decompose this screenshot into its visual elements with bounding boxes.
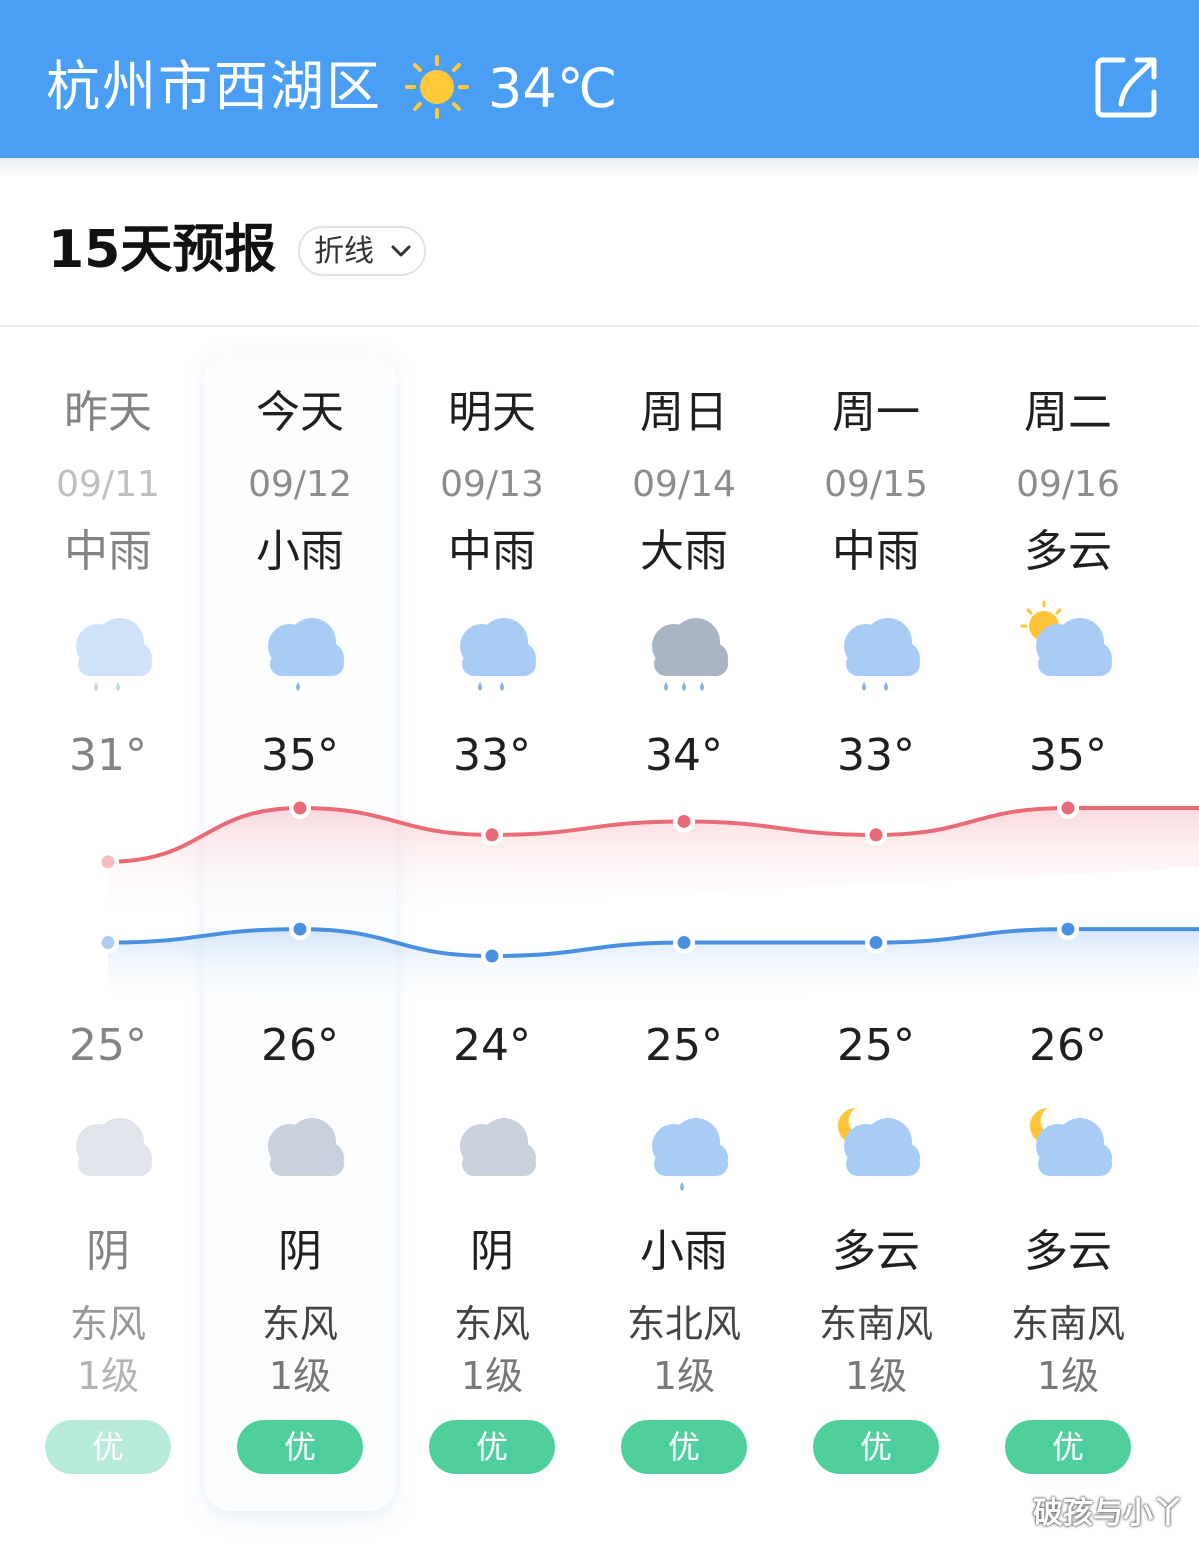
night-weather: 多云 [832,1226,920,1277]
partly-cloudy-day-icon [1018,598,1118,698]
wind-level: 1级 [460,1354,524,1398]
moderate-rain-icon [826,598,926,698]
low-temp-point [485,949,499,963]
day-weather: 多云 [1024,526,1112,577]
high-temp-point [101,855,115,869]
temperature-line-chart [97,797,1199,1000]
low-temp-point [869,936,883,950]
high-temperature: 34° [645,730,723,781]
forecast-day-column[interactable]: 周日 09/14 大雨 34° 25° 小雨东北风 1级优 [588,0,780,1542]
day-name: 周日 [640,387,728,438]
wind-level: 1级 [1036,1354,1100,1398]
day-name: 今天 [256,387,344,438]
low-temperature: 25° [645,1020,723,1071]
day-weather: 中雨 [448,526,536,577]
wind-direction: 东风 [69,1302,146,1346]
low-temperature: 25° [837,1020,915,1071]
day-weather: 中雨 [832,526,920,577]
day-name: 周二 [1024,387,1112,438]
forecast-day-column[interactable]: 今天 09/12 小雨 35° 26° 阴东风 1级优 [204,0,396,1542]
low-temp-point [677,936,691,950]
forecast-day-column[interactable]: 周一 09/15 中雨 33° 25° 多云东南风 1级优 [780,0,972,1542]
overcast-icon [58,1098,158,1198]
high-temperature: 35° [261,730,339,781]
high-temp-point [485,828,499,842]
air-quality-badge[interactable]: 优 [237,1420,363,1474]
night-weather: 多云 [1024,1226,1112,1277]
high-temperature: 33° [453,730,531,781]
air-quality-badge[interactable]: 优 [45,1420,171,1474]
wind-direction: 东南风 [1010,1302,1125,1346]
low-temp-point [293,922,307,936]
overcast-icon [442,1098,542,1198]
wind-direction: 东风 [453,1302,530,1346]
wind-level: 1级 [268,1354,332,1398]
wind-level: 1级 [652,1354,716,1398]
wind-direction: 东北风 [626,1302,741,1346]
overcast-icon [250,1098,350,1198]
low-temp-point [101,936,115,950]
forecast-day-column[interactable]: 周二 09/16 多云 35° 26° 多云东南风 1级优 [972,0,1164,1542]
day-date: 09/14 [632,464,736,505]
light-rain-icon [250,598,350,698]
air-quality-badge[interactable]: 优 [429,1420,555,1474]
day-name: 周一 [832,387,920,438]
low-temp-point [1061,922,1075,936]
day-date: 09/15 [824,464,928,505]
high-temp-point [293,801,307,815]
moderate-rain-icon [58,598,158,698]
low-temperature: 25° [69,1020,147,1071]
light-rain-icon [634,1098,734,1198]
partly-cloudy-night-icon [1018,1098,1118,1198]
night-weather: 阴 [86,1226,130,1277]
day-date: 09/16 [1016,464,1120,505]
night-weather: 小雨 [640,1226,728,1277]
forecast-day-column[interactable]: 昨天 09/11 中雨 31° 25° 阴东风 1级优 [12,0,204,1542]
heavy-rain-icon [634,598,734,698]
night-weather: 阴 [278,1226,322,1277]
high-temp-point [677,814,691,828]
low-temperature: 26° [1029,1020,1107,1071]
day-weather: 小雨 [256,526,344,577]
day-date: 09/13 [440,464,544,505]
high-temp-point [869,828,883,842]
high-temp-area [108,808,1199,922]
low-temperature: 26° [261,1020,339,1071]
wind-level: 1级 [844,1354,908,1398]
wind-direction: 东南风 [818,1302,933,1346]
wind-direction: 东风 [261,1302,338,1346]
watermark: 破孩与小丫 [1033,1496,1183,1531]
high-temperature: 31° [69,730,147,781]
day-name: 昨天 [64,387,152,438]
air-quality-badge[interactable]: 优 [1005,1420,1131,1474]
low-temp-area [108,929,1199,1000]
air-quality-badge[interactable]: 优 [813,1420,939,1474]
day-date: 09/12 [248,464,352,505]
high-temperature: 35° [1029,730,1107,781]
forecast-day-column[interactable]: 明天 09/13 中雨 33° 24° 阴东风 1级优 [396,0,588,1542]
low-temperature: 24° [453,1020,531,1071]
air-quality-badge[interactable]: 优 [621,1420,747,1474]
day-date: 09/11 [56,464,160,505]
day-weather: 中雨 [64,526,152,577]
high-temp-point [1061,801,1075,815]
day-name: 明天 [448,387,536,438]
high-temperature: 33° [837,730,915,781]
wind-level: 1级 [76,1354,140,1398]
night-weather: 阴 [470,1226,514,1277]
day-weather: 大雨 [640,526,728,577]
partly-cloudy-night-icon [826,1098,926,1198]
moderate-rain-icon [442,598,542,698]
